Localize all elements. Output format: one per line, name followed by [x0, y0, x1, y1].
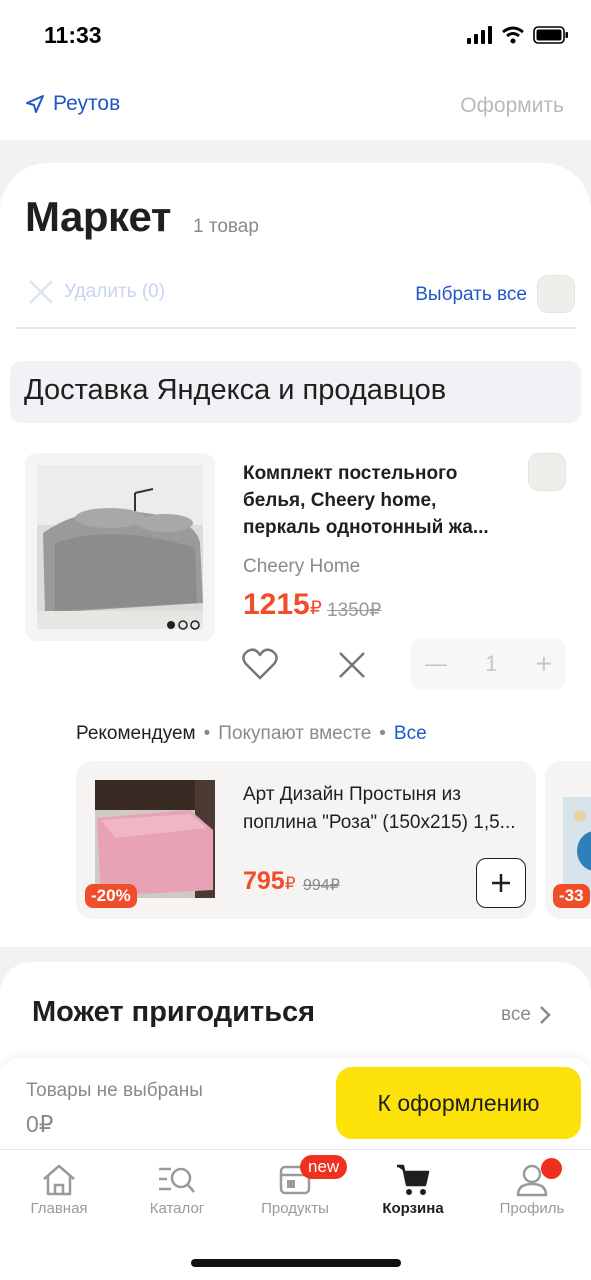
discount-badge: -33: [553, 884, 590, 908]
checkout-top-link[interactable]: Оформить: [460, 94, 564, 118]
navigation-arrow-icon: [26, 95, 44, 113]
quantity-value: 1: [485, 651, 498, 676]
tab-bar: Главная Каталог Продукты new Корзина Про…: [0, 1149, 591, 1280]
checkout-button[interactable]: К оформлению: [336, 1067, 581, 1139]
tab-label: Каталог: [149, 1200, 205, 1217]
useful-title: Может пригодиться: [32, 996, 316, 1028]
tab-home[interactable]: Главная: [4, 1160, 114, 1217]
wifi-icon: [502, 26, 524, 44]
useful-all-label: все: [501, 1004, 531, 1025]
location-selector[interactable]: Реутов: [25, 92, 120, 116]
recommendation-old-price: 994₽: [303, 877, 340, 894]
tab-recommend[interactable]: Рекомендуем: [76, 723, 196, 745]
delete-selected-button[interactable]: Удалить (0): [28, 279, 165, 305]
recommendation-card[interactable]: -20% Арт Дизайн Простыня из поплина "Роз…: [76, 761, 536, 919]
tab-label: Главная: [30, 1200, 88, 1217]
battery-icon: [533, 26, 568, 44]
recommend-tabs: Рекомендуем • Покупают вместе • Все: [76, 723, 427, 745]
separator: •: [379, 723, 386, 744]
home-icon: [43, 1164, 75, 1196]
status-bar: 11:33: [0, 0, 591, 72]
rec-price-value: 795: [243, 867, 285, 895]
recommend-all-link[interactable]: Все: [394, 723, 427, 745]
favorite-button[interactable]: [242, 648, 278, 685]
decrement-button[interactable]: —: [425, 651, 447, 677]
product-checkbox[interactable]: [528, 453, 566, 491]
tab-bought-together[interactable]: Покупают вместе: [218, 723, 371, 745]
select-all-link[interactable]: Выбрать все: [415, 284, 527, 306]
page-title: Маркет: [25, 193, 171, 240]
status-icons: [467, 26, 569, 44]
recommendation-card-next[interactable]: -33: [545, 761, 591, 919]
summary-total: 0₽: [26, 1111, 54, 1137]
top-nav: Реутов Оформить: [0, 72, 591, 140]
price-currency: ₽: [309, 598, 322, 619]
tab-catalog[interactable]: Каталог: [122, 1160, 232, 1217]
delivery-section-title: Доставка Яндекса и продавцов: [10, 361, 581, 423]
separator: •: [203, 723, 211, 744]
recommendation-image: [95, 780, 215, 898]
new-badge: new: [300, 1155, 348, 1179]
product-old-price: 1350₽: [327, 600, 382, 621]
chevron-right-icon: [540, 1006, 551, 1024]
useful-all-link[interactable]: все: [501, 1004, 551, 1026]
rec-price-currency: ₽: [284, 874, 296, 893]
close-icon: [339, 652, 365, 678]
summary-label: Товары не выбраны: [26, 1080, 203, 1101]
divider: [16, 327, 575, 329]
discount-badge: -20%: [85, 884, 137, 908]
price-value: 1215: [243, 588, 310, 621]
close-icon: [29, 280, 53, 304]
tab-label: Профиль: [499, 1200, 565, 1217]
catalog-search-icon: [159, 1167, 195, 1193]
quantity-stepper: — 1 +: [411, 638, 566, 690]
product-title[interactable]: Комплект постельного белья, Cheery home,…: [243, 460, 513, 541]
product-image[interactable]: [25, 453, 215, 641]
recommendation-title: Арт Дизайн Простыня из поплина "Роза" (1…: [243, 784, 516, 833]
tab-cart[interactable]: Корзина: [358, 1160, 468, 1217]
bedding-photo: [37, 465, 203, 630]
location-label: Реутов: [53, 92, 121, 115]
order-summary: Товары не выбраны 0₽ К оформлению: [0, 1058, 591, 1150]
notification-dot: [541, 1158, 562, 1179]
increment-button[interactable]: +: [536, 648, 552, 680]
item-count: 1 товар: [193, 216, 259, 237]
tab-label: Корзина: [382, 1200, 444, 1217]
cart-icon: [397, 1164, 430, 1195]
remove-button[interactable]: [337, 650, 367, 685]
product-price: 1215₽: [243, 588, 322, 622]
tab-profile[interactable]: Профиль: [477, 1160, 587, 1217]
plus-icon: [492, 874, 510, 892]
recommendation-price: 795₽: [243, 867, 296, 896]
signal-icon: [467, 26, 492, 44]
tab-label: Продукты: [261, 1200, 329, 1217]
select-all-checkbox[interactable]: [537, 275, 575, 313]
cart-card: Маркет 1 товар Удалить (0) Выбрать все Д…: [0, 163, 591, 947]
heart-icon: [242, 648, 278, 680]
home-indicator: [191, 1259, 401, 1267]
product-brand[interactable]: Cheery Home: [243, 556, 360, 578]
add-to-cart-button[interactable]: [476, 858, 526, 908]
delete-label: Удалить (0): [64, 281, 166, 302]
status-time: 11:33: [44, 22, 102, 48]
